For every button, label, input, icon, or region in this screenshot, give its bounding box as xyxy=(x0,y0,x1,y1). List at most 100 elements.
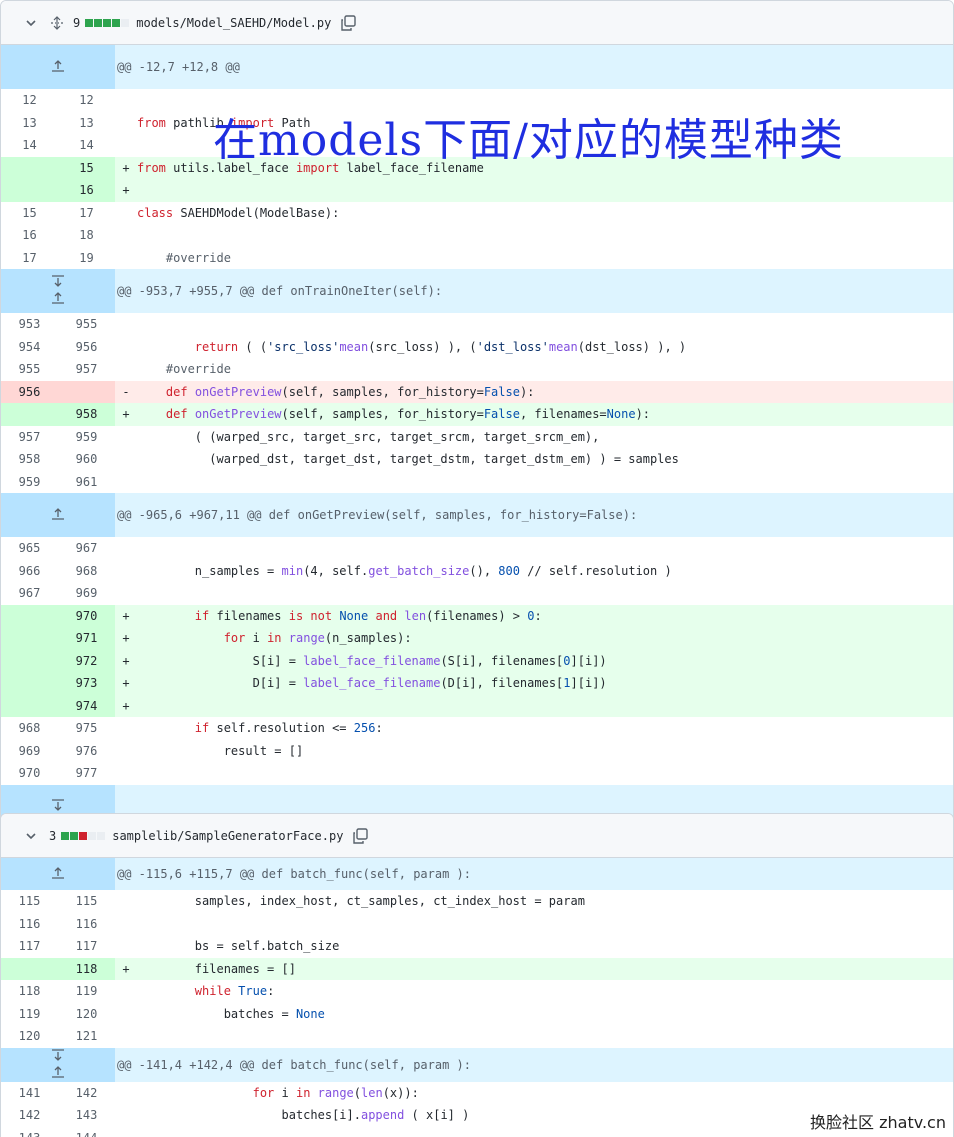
code-token: None xyxy=(295,1006,325,1021)
new-line-number[interactable]: 17 xyxy=(58,202,115,225)
expand-lines-button[interactable] xyxy=(1,45,115,89)
context-line: 119 120 batches = None xyxy=(1,1003,953,1026)
new-line-number[interactable]: 974 xyxy=(58,694,115,717)
old-line-number[interactable] xyxy=(1,604,58,627)
old-line-number[interactable]: 970 xyxy=(1,762,58,785)
code-token: ][i]) xyxy=(570,676,607,691)
old-line-number[interactable]: 14 xyxy=(1,134,58,157)
new-line-number[interactable]: 972 xyxy=(58,649,115,672)
new-line-number[interactable]: 14 xyxy=(58,134,115,157)
old-line-number[interactable]: 955 xyxy=(1,358,58,381)
chevron-down-icon[interactable] xyxy=(23,828,39,844)
new-line-number[interactable]: 143 xyxy=(58,1104,115,1127)
old-line-number[interactable] xyxy=(1,179,58,202)
new-line-number[interactable]: 121 xyxy=(58,1025,115,1048)
chevron-down-icon[interactable] xyxy=(23,15,39,31)
new-line-number[interactable]: 120 xyxy=(58,1003,115,1026)
old-line-number[interactable]: 967 xyxy=(1,582,58,605)
new-line-number[interactable]: 976 xyxy=(58,740,115,763)
old-line-number[interactable]: 965 xyxy=(1,537,58,560)
code-token: len xyxy=(404,608,427,623)
copy-icon[interactable] xyxy=(351,827,369,845)
old-line-number[interactable]: 953 xyxy=(1,313,58,336)
new-line-number[interactable]: 960 xyxy=(58,448,115,471)
old-line-number[interactable]: 17 xyxy=(1,247,58,270)
file-name-link[interactable]: samplelib/SampleGeneratorFace.py xyxy=(112,829,343,843)
old-line-number[interactable]: 957 xyxy=(1,426,58,449)
new-line-number[interactable] xyxy=(58,380,115,403)
new-line-number[interactable]: 973 xyxy=(58,672,115,695)
code-line: while True: xyxy=(137,980,953,1003)
old-line-number[interactable]: 958 xyxy=(1,448,58,471)
new-line-number[interactable]: 118 xyxy=(58,957,115,980)
new-line-number[interactable]: 955 xyxy=(58,313,115,336)
old-line-number[interactable]: 117 xyxy=(1,935,58,958)
new-line-number[interactable]: 956 xyxy=(58,336,115,359)
new-line-number[interactable]: 977 xyxy=(58,762,115,785)
expand-lines-button[interactable] xyxy=(1,269,115,313)
new-line-number[interactable]: 12 xyxy=(58,89,115,112)
new-line-number[interactable]: 116 xyxy=(58,913,115,936)
old-line-number[interactable]: 969 xyxy=(1,740,58,763)
new-line-number[interactable]: 19 xyxy=(58,247,115,270)
added-line: 973 + D[i] = label_face_filename(D[i], fi… xyxy=(1,672,953,695)
new-line-number[interactable]: 115 xyxy=(58,890,115,913)
new-line-number[interactable]: 970 xyxy=(58,604,115,627)
code-token: (self, samples, for_history= xyxy=(281,384,484,399)
new-line-number[interactable]: 971 xyxy=(58,627,115,650)
new-line-number[interactable]: 969 xyxy=(58,582,115,605)
old-line-number[interactable] xyxy=(1,649,58,672)
new-line-number[interactable]: 16 xyxy=(58,179,115,202)
expand-lines-button[interactable] xyxy=(1,858,115,890)
new-line-number[interactable]: 975 xyxy=(58,717,115,740)
old-line-number[interactable]: 956 xyxy=(1,380,58,403)
old-line-number[interactable]: 116 xyxy=(1,913,58,936)
diff-marker xyxy=(115,112,137,135)
new-line-number[interactable]: 15 xyxy=(58,156,115,179)
diff-marker xyxy=(115,1025,137,1048)
old-line-number[interactable]: 115 xyxy=(1,890,58,913)
old-line-number[interactable]: 13 xyxy=(1,112,58,135)
expand-lines-button[interactable] xyxy=(1,1047,115,1082)
context-line: 957 959 ( (warped_src, target_src, target… xyxy=(1,426,953,449)
new-line-number[interactable]: 967 xyxy=(58,537,115,560)
old-line-number[interactable]: 959 xyxy=(1,471,58,494)
old-line-number[interactable]: 15 xyxy=(1,202,58,225)
expand-lines-button[interactable] xyxy=(1,493,115,537)
new-line-number[interactable]: 13 xyxy=(58,112,115,135)
hunk-header: @@ -12,7 +12,8 @@ xyxy=(1,45,953,89)
new-line-number[interactable]: 958 xyxy=(58,403,115,426)
old-line-number[interactable]: 142 xyxy=(1,1104,58,1127)
file-name-link[interactable]: models/Model_SAEHD/Model.py xyxy=(136,16,331,30)
new-line-number[interactable]: 18 xyxy=(58,224,115,247)
old-line-number[interactable]: 118 xyxy=(1,980,58,1003)
old-line-number[interactable]: 16 xyxy=(1,224,58,247)
new-line-number[interactable]: 961 xyxy=(58,471,115,494)
expand-all-icon[interactable] xyxy=(49,15,65,31)
old-line-number[interactable]: 968 xyxy=(1,717,58,740)
copy-icon[interactable] xyxy=(339,14,357,32)
old-line-number[interactable]: 966 xyxy=(1,560,58,583)
old-line-number[interactable]: 120 xyxy=(1,1025,58,1048)
code-line: filenames = [] xyxy=(137,957,953,980)
old-line-number[interactable]: 119 xyxy=(1,1003,58,1026)
old-line-number[interactable] xyxy=(1,403,58,426)
new-line-number[interactable]: 959 xyxy=(58,426,115,449)
old-line-number[interactable]: 12 xyxy=(1,89,58,112)
diffstat-block xyxy=(88,831,97,840)
hunk-header: @@ -115,6 +115,7 @@ def batch_func(self,… xyxy=(1,858,953,890)
new-line-number[interactable]: 968 xyxy=(58,560,115,583)
old-line-number[interactable]: 143 xyxy=(1,1127,58,1137)
old-line-number[interactable] xyxy=(1,672,58,695)
old-line-number[interactable] xyxy=(1,627,58,650)
old-line-number[interactable]: 141 xyxy=(1,1082,58,1105)
new-line-number[interactable]: 119 xyxy=(58,980,115,1003)
new-line-number[interactable]: 957 xyxy=(58,358,115,381)
old-line-number[interactable] xyxy=(1,156,58,179)
old-line-number[interactable] xyxy=(1,694,58,717)
old-line-number[interactable]: 954 xyxy=(1,336,58,359)
new-line-number[interactable]: 117 xyxy=(58,935,115,958)
new-line-number[interactable]: 142 xyxy=(58,1082,115,1105)
old-line-number[interactable] xyxy=(1,957,58,980)
new-line-number[interactable]: 144 xyxy=(58,1127,115,1137)
